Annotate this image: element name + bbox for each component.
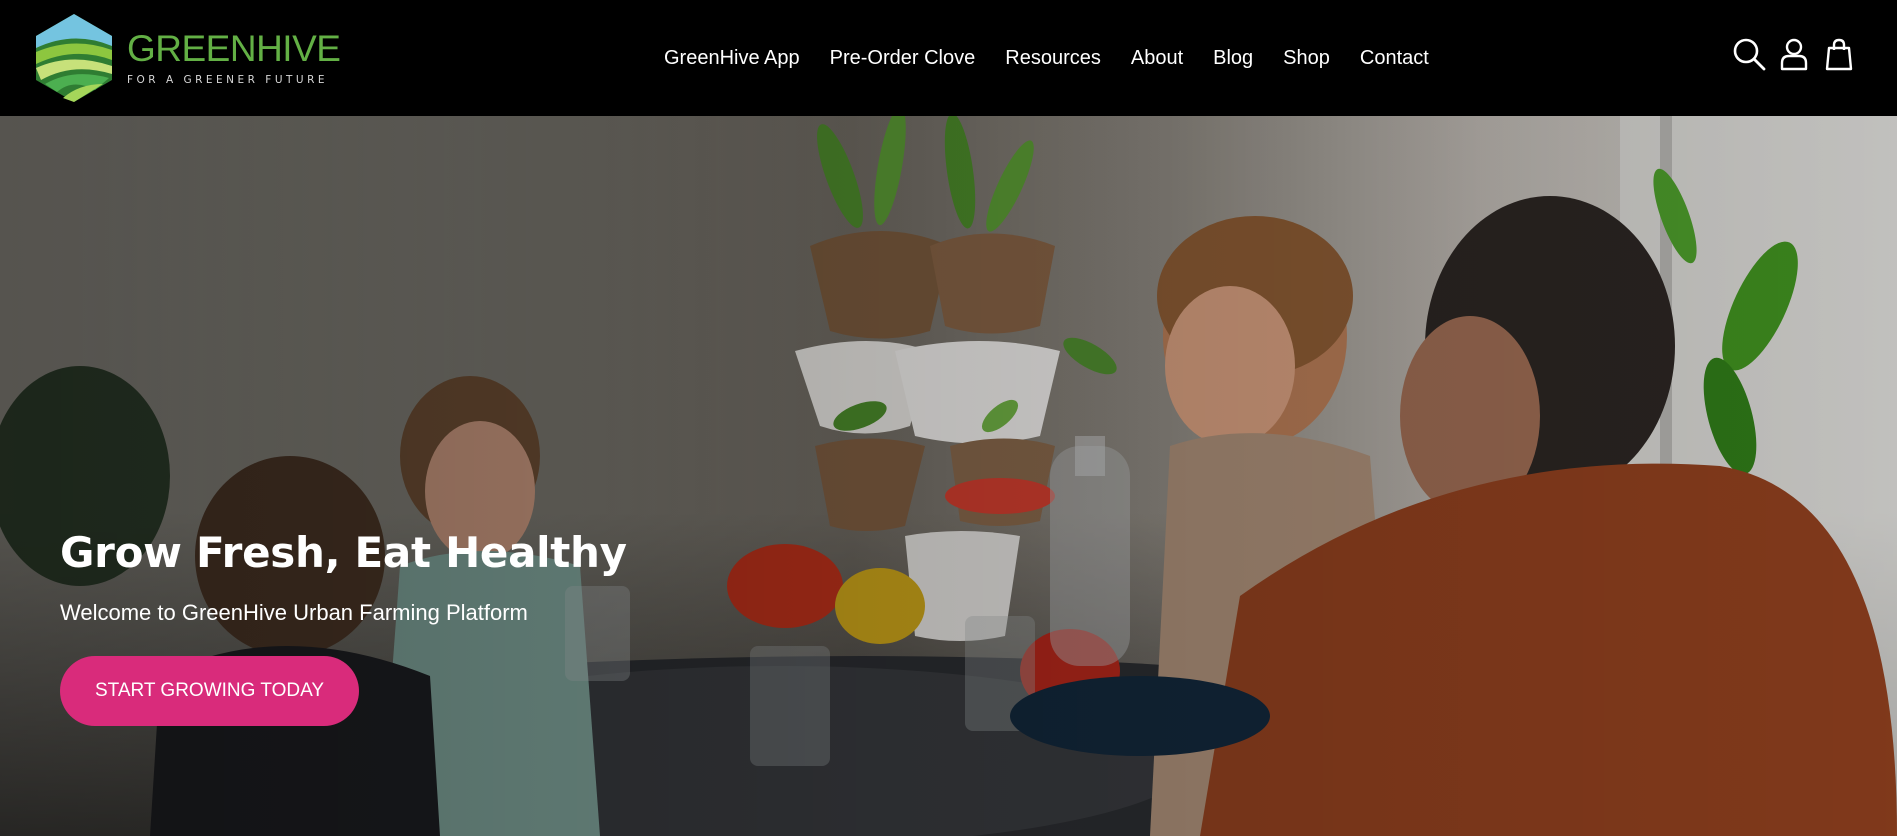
site-header: GREENHIVE FOR A GREENER FUTURE GreenHive… xyxy=(0,0,1897,116)
hero-content: Grow Fresh, Eat Healthy Welcome to Green… xyxy=(60,528,627,726)
nav-contact[interactable]: Contact xyxy=(1360,47,1429,70)
hexagon-field-logo-icon xyxy=(36,14,112,102)
nav-shop[interactable]: Shop xyxy=(1283,47,1330,70)
hero-section: Grow Fresh, Eat Healthy Welcome to Green… xyxy=(0,116,1897,836)
hero-overlay xyxy=(0,116,1897,836)
hero-subtitle: Welcome to GreenHive Urban Farming Platf… xyxy=(60,600,528,625)
shopping-bag-icon[interactable] xyxy=(1821,36,1857,72)
brand-name: GREENHIVE xyxy=(127,28,341,70)
brand-logo[interactable]: GREENHIVE FOR A GREENER FUTURE xyxy=(33,12,341,104)
nav-greenhive-app[interactable]: GreenHive App xyxy=(664,47,800,70)
hero-title: Grow Fresh, Eat Healthy xyxy=(60,528,627,577)
brand-text: GREENHIVE FOR A GREENER FUTURE xyxy=(127,28,341,87)
nav-pre-order-clove[interactable]: Pre-Order Clove xyxy=(830,47,976,70)
brand-tagline: FOR A GREENER FUTURE xyxy=(127,74,329,87)
header-icons xyxy=(1722,36,1857,72)
user-icon[interactable] xyxy=(1776,36,1812,72)
nav-about[interactable]: About xyxy=(1131,47,1183,70)
search-icon[interactable] xyxy=(1731,36,1767,72)
nav-blog[interactable]: Blog xyxy=(1213,47,1253,70)
nav-resources[interactable]: Resources xyxy=(1005,47,1101,70)
main-nav: GreenHive App Pre-Order Clove Resources … xyxy=(664,0,1429,116)
start-growing-button[interactable]: START GROWING TODAY xyxy=(60,656,359,726)
